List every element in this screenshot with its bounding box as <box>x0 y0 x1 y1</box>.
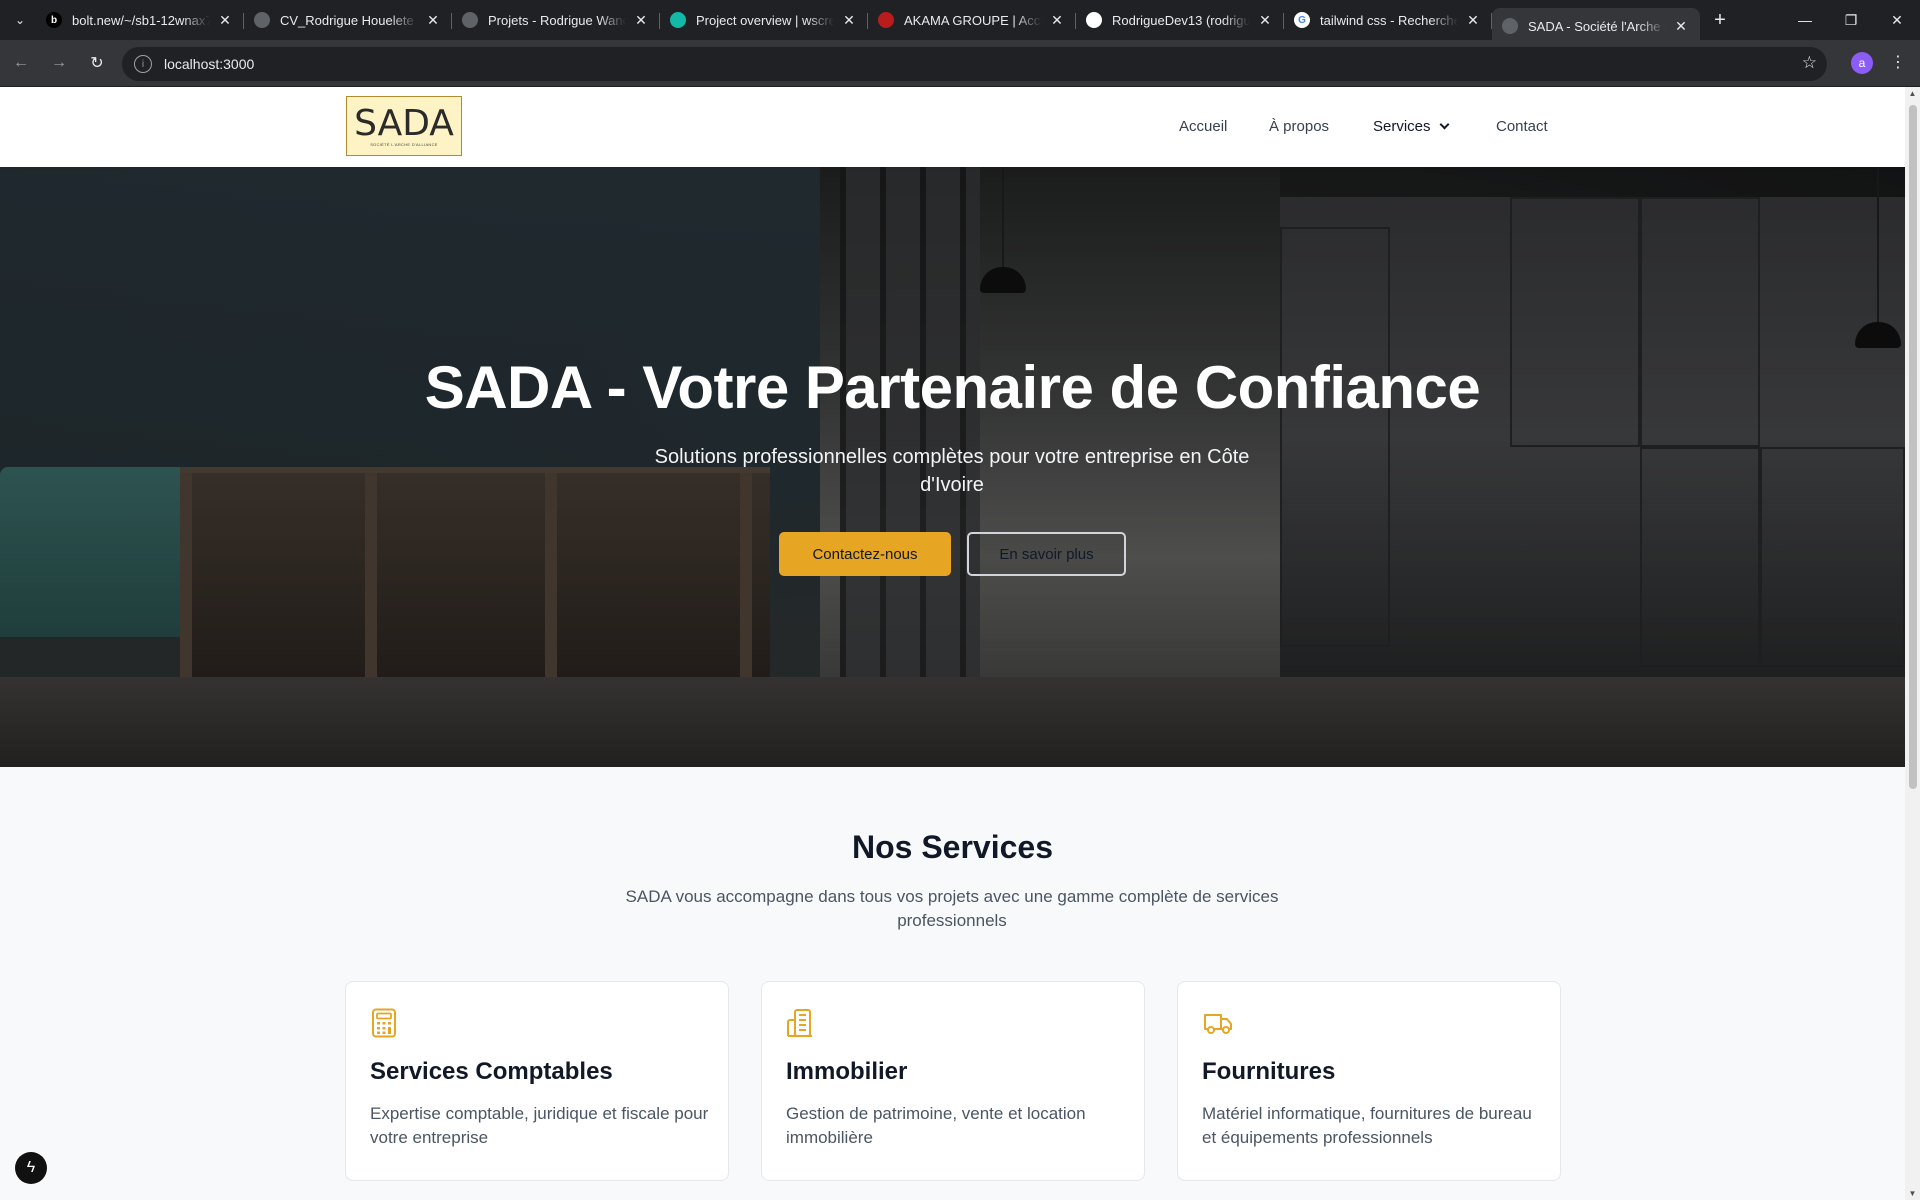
scrollbar-thumb[interactable] <box>1909 105 1917 789</box>
service-card-description: Expertise comptable, juridique et fiscal… <box>370 1104 709 1147</box>
calculator-icon <box>372 1008 396 1038</box>
forward-button[interactable]: → <box>42 46 76 80</box>
tab-close-icon[interactable]: ✕ <box>840 11 858 29</box>
tab-title: SADA - Société l'Arche D'A <box>1528 18 1666 34</box>
window-controls: — ❐ ✕ <box>1782 0 1920 40</box>
hero-section: SADA - Votre Partenaire de Confiance Sol… <box>0 167 1905 767</box>
services-subtitle: SADA vous accompagne dans tous vos proje… <box>625 887 1279 930</box>
tab-close-icon[interactable]: ✕ <box>1672 17 1690 35</box>
browser-menu-icon[interactable]: ⋮ <box>1890 52 1906 72</box>
tab-favicon-icon: b <box>46 12 62 28</box>
bookmark-star-icon[interactable]: ☆ <box>1802 53 1817 73</box>
url-text: localhost:3000 <box>164 56 255 72</box>
nav-contact-link[interactable]: Contact <box>1496 118 1548 135</box>
tab-favicon-icon <box>878 12 894 28</box>
browser-tab[interactable]: Projets - Rodrigue Wanon ✕ <box>452 4 660 36</box>
bolt-lightning-icon[interactable]: ϟ <box>15 1152 47 1184</box>
tab-close-icon[interactable]: ✕ <box>632 11 650 29</box>
tab-title: tailwind css - Recherche G <box>1320 12 1458 28</box>
browser-tab[interactable]: AKAMA GROUPE | Accueil ✕ <box>868 4 1076 36</box>
tab-close-icon[interactable]: ✕ <box>1464 11 1482 29</box>
browser-tab-strip: ⌄ b bolt.new/~/sb1-12wnax7j ✕ CV_Rodrigue H… <box>0 0 1920 44</box>
reload-button[interactable]: ↻ <box>80 46 114 80</box>
tab-close-icon[interactable]: ✕ <box>1048 11 1066 29</box>
browser-tab[interactable]: b bolt.new/~/sb1-12wnax7j ✕ <box>36 4 244 36</box>
service-card-description: Gestion de patrimoine, vente et location… <box>786 1104 1086 1147</box>
browser-tab[interactable]: Gtailwind css - Recherche G ✕ <box>1284 4 1492 36</box>
page-scrollbar[interactable]: ▲ ▼ <box>1905 87 1920 1200</box>
service-card-supplies[interactable]: Fournitures Matériel informatique, fourn… <box>1177 981 1561 1181</box>
truck-icon <box>1204 1014 1232 1034</box>
close-window-button[interactable]: ✕ <box>1874 0 1920 40</box>
hero-title: SADA - Votre Partenaire de Confiance <box>424 354 1481 421</box>
nav-services-dropdown[interactable]: Services <box>1373 118 1449 135</box>
services-title: Nos Services <box>851 829 1053 865</box>
services-section: Nos Services SADA vous accompagne dans t… <box>0 767 1905 1200</box>
service-card-real-estate[interactable]: Immobilier Gestion de patrimoine, vente … <box>761 981 1145 1181</box>
learn-more-button[interactable]: En savoir plus <box>967 532 1126 576</box>
site-header: SADA SOCIÉTÉ L'ARCHE D'ALLIANCE Accueil … <box>0 87 1905 167</box>
scroll-up-arrow-icon[interactable]: ▲ <box>1908 89 1917 98</box>
tab-close-icon[interactable]: ✕ <box>216 11 234 29</box>
profile-avatar[interactable]: a <box>1851 52 1873 74</box>
tab-search-chevron-icon[interactable]: ⌄ <box>4 4 36 36</box>
tab-favicon-icon <box>462 12 478 28</box>
tab-title: Projets - Rodrigue Wanon <box>488 12 626 28</box>
logo-wordmark: SADA <box>354 103 454 144</box>
minimize-button[interactable]: — <box>1782 0 1828 40</box>
tab-favicon-icon <box>1086 12 1102 28</box>
site-info-icon[interactable]: i <box>134 55 152 73</box>
sada-logo[interactable]: SADA SOCIÉTÉ L'ARCHE D'ALLIANCE <box>346 96 462 156</box>
tab-close-icon[interactable]: ✕ <box>424 11 442 29</box>
page-viewport: SADA SOCIÉTÉ L'ARCHE D'ALLIANCE Accueil … <box>0 87 1905 1200</box>
browser-tab[interactable]: RodrigueDev13 (rodrigue ✕ <box>1076 4 1284 36</box>
contact-us-button[interactable]: Contactez-nous <box>779 532 951 576</box>
tab-favicon-icon <box>1502 18 1518 34</box>
hero-content: SADA - Votre Partenaire de Confiance Sol… <box>0 167 1905 767</box>
browser-tab[interactable]: SADA - Société l'Arche D'A ✕ <box>1492 8 1700 44</box>
new-tab-button[interactable]: + <box>1706 6 1734 34</box>
tab-favicon-icon: G <box>1294 12 1310 28</box>
tab-title: RodrigueDev13 (rodrigue <box>1112 12 1250 28</box>
tab-favicon-icon <box>670 12 686 28</box>
tab-favicon-icon <box>254 12 270 28</box>
tab-title: CV_Rodrigue Houelete Wa <box>280 12 418 28</box>
chevron-down-icon <box>1439 119 1449 130</box>
nav-home-link[interactable]: Accueil <box>1179 118 1227 135</box>
tab-title: Project overview | wscreen <box>696 12 834 28</box>
service-card-title: Services Comptables <box>370 1058 613 1085</box>
nav-about-link[interactable]: À propos <box>1269 118 1329 135</box>
hero-subtitle: Solutions professionnelles complètes pou… <box>654 446 1250 496</box>
browser-tab[interactable]: Project overview | wscreen ✕ <box>660 4 868 36</box>
address-bar[interactable]: i localhost:3000 ☆ <box>122 47 1827 81</box>
building-icon <box>787 1009 812 1037</box>
tab-close-icon[interactable]: ✕ <box>1256 11 1274 29</box>
service-card-title: Fournitures <box>1202 1058 1336 1085</box>
browser-toolbar: ← → ↻ i localhost:3000 ☆ a ⋮ <box>0 40 1920 87</box>
service-card-description: Matériel informatique, fournitures de bu… <box>1202 1104 1532 1147</box>
tab-title: AKAMA GROUPE | Accueil <box>904 12 1042 28</box>
tab-title: bolt.new/~/sb1-12wnax7j <box>72 12 210 28</box>
service-card-accounting[interactable]: Services Comptables Expertise comptable,… <box>345 981 729 1181</box>
scroll-down-arrow-icon[interactable]: ▼ <box>1908 1189 1917 1198</box>
nav-services-label: Services <box>1373 118 1431 135</box>
restore-button[interactable]: ❐ <box>1828 0 1874 40</box>
back-button[interactable]: ← <box>4 46 38 80</box>
browser-tab[interactable]: CV_Rodrigue Houelete Wa ✕ <box>244 4 452 36</box>
service-card-title: Immobilier <box>786 1058 908 1085</box>
